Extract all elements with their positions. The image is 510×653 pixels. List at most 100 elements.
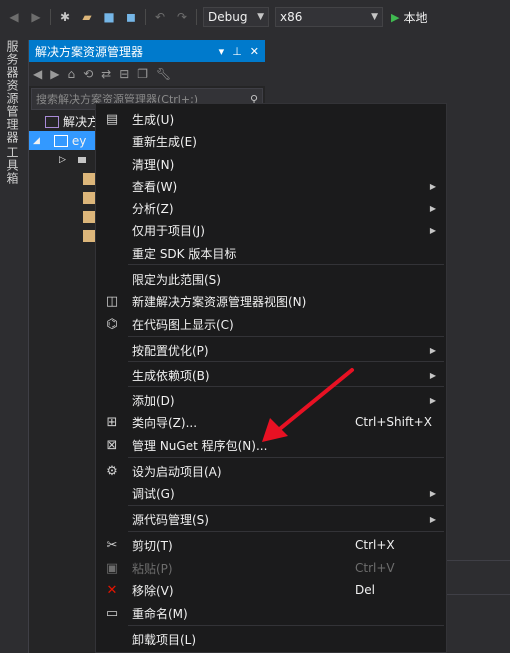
context-menu-item[interactable]: ▭ 重命名(M) [96, 602, 446, 624]
open-folder-icon[interactable]: ▰ [79, 9, 95, 25]
panel-toolbar: ◀ ▶ ⌂ ⟲ ⇄ ⊟ ❐ 🔧︎ [29, 62, 265, 86]
context-menu-item[interactable]: 源代码管理(S) ▶ [96, 508, 446, 530]
menu-separator [128, 264, 444, 265]
chevron-down-icon: ▼ [371, 12, 378, 22]
save-all-icon[interactable]: ◼ [123, 9, 139, 25]
context-menu-item[interactable]: 仅用于项目(J) ▶ [96, 219, 446, 241]
submenu-arrow-icon: ▶ [429, 181, 436, 191]
platform-select[interactable]: x86 ▼ [275, 7, 383, 27]
home-icon[interactable]: ⌂ [67, 67, 75, 81]
submenu-arrow-icon: ▶ [429, 488, 436, 498]
context-menu-item[interactable]: 按配置优化(P) ▶ [96, 339, 446, 361]
submenu-arrow-icon: ▶ [429, 203, 436, 213]
menu-item-label: 移除(V) [132, 583, 174, 598]
menu-item-label: 调试(G) [132, 486, 175, 501]
forward-icon[interactable]: ▶ [28, 9, 44, 25]
context-menu-item[interactable]: ▤ 生成(U) [96, 108, 446, 130]
context-menu-item[interactable]: ⊠ 管理 NuGet 程序包(N)... [96, 434, 446, 456]
collapsed-arrow-icon[interactable]: ▷ [59, 155, 66, 165]
menu-item-label: 重定 SDK 版本目标 [132, 246, 237, 261]
side-tab-strip: 服务器资源管理器 工具箱 [0, 34, 26, 653]
menu-item-label: 重新生成(E) [132, 134, 197, 149]
back-icon[interactable]: ◀ [6, 9, 22, 25]
run-debugger-button[interactable]: ▶ 本地 [391, 9, 427, 26]
menu-separator [128, 505, 444, 506]
menu-item-shortcut: Del [355, 583, 375, 597]
context-menu-item[interactable]: 调试(G) ▶ [96, 482, 446, 504]
context-menu-item[interactable]: 生成依赖项(B) ▶ [96, 364, 446, 386]
history-icon[interactable]: ⟲ [83, 67, 93, 81]
context-menu-item[interactable]: 限定为此范围(S) [96, 268, 446, 290]
context-menu-item[interactable]: ◫ 新建解决方案资源管理器视图(N) [96, 290, 446, 312]
nuget-icon: ⊠ [106, 437, 118, 453]
main-toolbar: ◀ ▶ ✱ ▰ ■ ◼ ↶ ↷ Debug ▼ x86 ▼ ▶ 本地 [0, 0, 510, 34]
menu-item-label: 生成(U) [132, 112, 175, 127]
context-menu-item[interactable]: ✂ 剪切(T) Ctrl+X [96, 534, 446, 556]
chevron-down-icon: ▼ [257, 12, 264, 22]
references-icon [77, 156, 86, 163]
menu-item-label: 生成依赖项(B) [132, 368, 210, 383]
menu-item-label: 粘贴(P) [132, 561, 173, 576]
toolbar-separator [196, 9, 197, 25]
submenu-arrow-icon: ▶ [429, 345, 436, 355]
show-all-files-icon[interactable]: ❐ [137, 67, 148, 81]
new-project-icon[interactable]: ✱ [57, 9, 73, 25]
class-wizard-icon: ⊞ [106, 414, 118, 430]
menu-separator [128, 386, 444, 387]
play-icon: ▶ [391, 10, 400, 24]
menu-item-label: 重命名(M) [132, 606, 188, 621]
menu-item-label: 仅用于项目(J) [132, 223, 205, 238]
server-explorer-tab[interactable]: 服务器资源管理器 [4, 40, 21, 144]
menu-item-shortcut: Ctrl+Shift+X [355, 415, 432, 429]
undo-icon[interactable]: ↶ [152, 9, 168, 25]
menu-item-label: 源代码管理(S) [132, 512, 209, 527]
context-menu-item[interactable]: ✕ 移除(V) Del [96, 579, 446, 601]
menu-item-label: 查看(W) [132, 179, 178, 194]
solution-config-select[interactable]: Debug ▼ [203, 7, 269, 27]
project-context-menu: ▤ 生成(U) 重新生成(E) 清理(N) 查看(W) ▶ 分析(Z) ▶ 仅用于项目(J) ▶ 重… [95, 103, 447, 653]
context-menu-item[interactable]: 清理(N) [96, 153, 446, 175]
submenu-arrow-icon: ▶ [429, 514, 436, 524]
back-icon[interactable]: ◀ [33, 67, 42, 81]
paste-icon: ▣ [105, 560, 119, 576]
forward-icon[interactable]: ▶ [50, 67, 59, 81]
panel-title: 解决方案资源管理器 [35, 44, 144, 59]
context-menu-item[interactable]: 添加(D) ▶ [96, 389, 446, 411]
collapse-all-icon[interactable]: ⊟ [119, 67, 129, 81]
build-icon: ▤ [105, 111, 119, 127]
toolbar-separator [50, 9, 51, 25]
menu-item-label: 剪切(T) [132, 538, 173, 553]
tree-item-label: ey [71, 133, 87, 148]
menu-item-shortcut: Ctrl+X [355, 538, 395, 552]
context-menu-item[interactable]: 查看(W) ▶ [96, 175, 446, 197]
close-icon[interactable]: ✕ [250, 45, 259, 58]
pin-icon[interactable]: ⊥ [232, 45, 242, 58]
submenu-arrow-icon: ▶ [429, 225, 436, 235]
context-menu-item[interactable]: ⊞ 类向导(Z)... Ctrl+Shift+X [96, 411, 446, 433]
menu-item-label: 新建解决方案资源管理器视图(N) [132, 294, 307, 309]
redo-icon[interactable]: ↷ [174, 9, 190, 25]
menu-separator [128, 531, 444, 532]
menu-item-label: 分析(Z) [132, 201, 174, 216]
context-menu-item[interactable]: 分析(Z) ▶ [96, 197, 446, 219]
toolbox-tab[interactable]: 工具箱 [4, 146, 21, 185]
context-menu-item[interactable]: 重新生成(E) [96, 130, 446, 152]
menu-item-label: 类向导(Z)... [132, 415, 198, 430]
save-icon[interactable]: ■ [101, 9, 117, 25]
platform-value: x86 [280, 10, 303, 24]
project-icon [53, 134, 68, 147]
expand-arrow-icon[interactable]: ◢ [33, 136, 40, 146]
menu-item-label: 在代码图上显示(C) [132, 317, 234, 332]
context-menu-item[interactable]: ⚙ 设为启动项目(A) [96, 460, 446, 482]
sync-icon[interactable]: ⇄ [101, 67, 111, 81]
menu-separator [128, 336, 444, 337]
dropdown-icon[interactable]: ▾ [219, 45, 225, 58]
menu-separator [128, 625, 444, 626]
menu-separator [128, 361, 444, 362]
context-menu-item[interactable]: 重定 SDK 版本目标 [96, 242, 446, 264]
tree-item-label: 解决方 [63, 115, 100, 129]
context-menu-item: ▣ 粘贴(P) Ctrl+V [96, 557, 446, 579]
properties-icon[interactable]: 🔧︎ [156, 67, 171, 81]
context-menu-item[interactable]: 卸载项目(L) [96, 628, 446, 650]
context-menu-item[interactable]: ⌬ 在代码图上显示(C) [96, 313, 446, 335]
